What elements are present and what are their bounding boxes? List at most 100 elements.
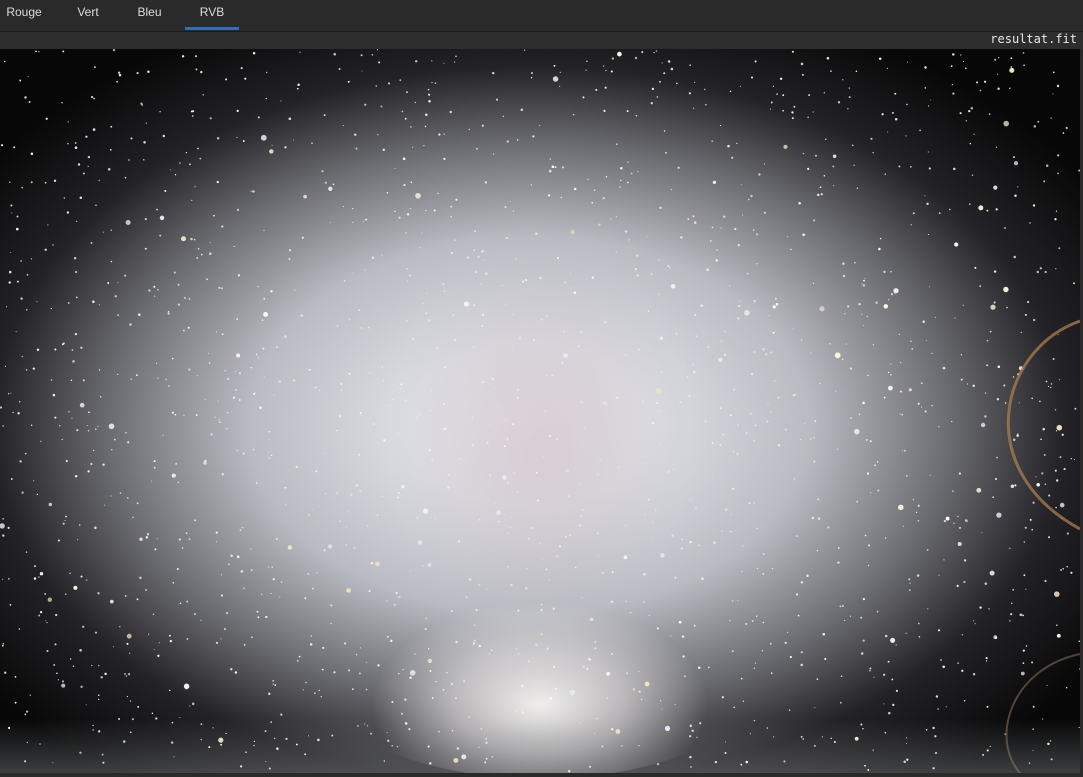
star [765,353,768,356]
star [153,285,156,288]
star [677,166,680,169]
star [911,348,914,350]
star [860,652,864,655]
star [36,348,40,352]
star [986,339,989,342]
star [658,259,660,261]
star [55,613,58,617]
star [873,676,875,678]
star [761,650,764,652]
star [10,392,12,394]
star [15,331,17,333]
star [109,148,112,151]
star [593,189,596,191]
star [521,711,524,714]
star [582,665,585,668]
star [969,142,972,145]
star [996,456,998,459]
tab-rouge[interactable]: Rouge [0,0,48,31]
star [737,599,739,601]
star [367,326,370,329]
star [864,534,867,537]
star [930,99,932,101]
star [287,545,293,550]
star [1056,424,1063,431]
star [139,537,143,541]
star [972,672,976,676]
star [206,278,209,281]
star [275,346,278,349]
star [10,251,12,254]
star [221,287,223,290]
star [378,61,381,64]
star [611,728,614,731]
star [593,732,596,734]
star [559,71,561,73]
star [466,256,470,259]
star [800,663,803,667]
star [656,762,660,766]
star [548,579,551,581]
star [14,676,17,678]
star [1055,479,1059,482]
star [961,634,963,636]
star [837,546,840,549]
star [1023,574,1026,577]
star [556,256,560,260]
star [518,336,522,340]
star [993,185,998,190]
star [509,526,512,529]
star [819,306,825,312]
star [988,608,990,610]
star [934,316,936,318]
star [770,101,773,104]
star [389,404,391,407]
star [126,642,129,645]
star [979,89,982,92]
star [786,631,789,634]
tab-bleu[interactable]: Bleu [127,0,172,31]
star [597,554,599,557]
star [884,537,887,539]
star [643,572,646,576]
star [450,252,453,254]
star [357,453,361,456]
star [40,440,42,442]
star [766,420,769,423]
star [695,507,697,509]
star [1020,331,1022,334]
star [431,697,434,699]
star [1066,532,1069,535]
star [980,422,986,428]
star [162,434,164,436]
star [954,317,956,319]
star [867,544,871,547]
image-viewer[interactable] [0,49,1080,773]
star [194,519,197,522]
star [256,610,259,613]
star [1003,120,1009,127]
star [917,402,920,405]
star [269,149,274,154]
star [2,578,4,580]
star [241,526,244,529]
star [872,152,874,154]
star [2,518,4,520]
star [129,700,132,702]
star [1052,93,1054,95]
star [54,416,57,419]
star [912,212,915,215]
tab-rvb[interactable]: RVB [185,0,239,31]
star [443,287,445,289]
star [473,249,476,251]
star [928,286,930,288]
star [739,85,742,87]
star [832,165,835,168]
tab-vert[interactable]: Vert [66,0,110,31]
star [2,534,5,537]
star [546,375,548,377]
star [224,369,226,372]
star [569,689,576,696]
star [170,741,174,744]
star [1060,569,1062,571]
